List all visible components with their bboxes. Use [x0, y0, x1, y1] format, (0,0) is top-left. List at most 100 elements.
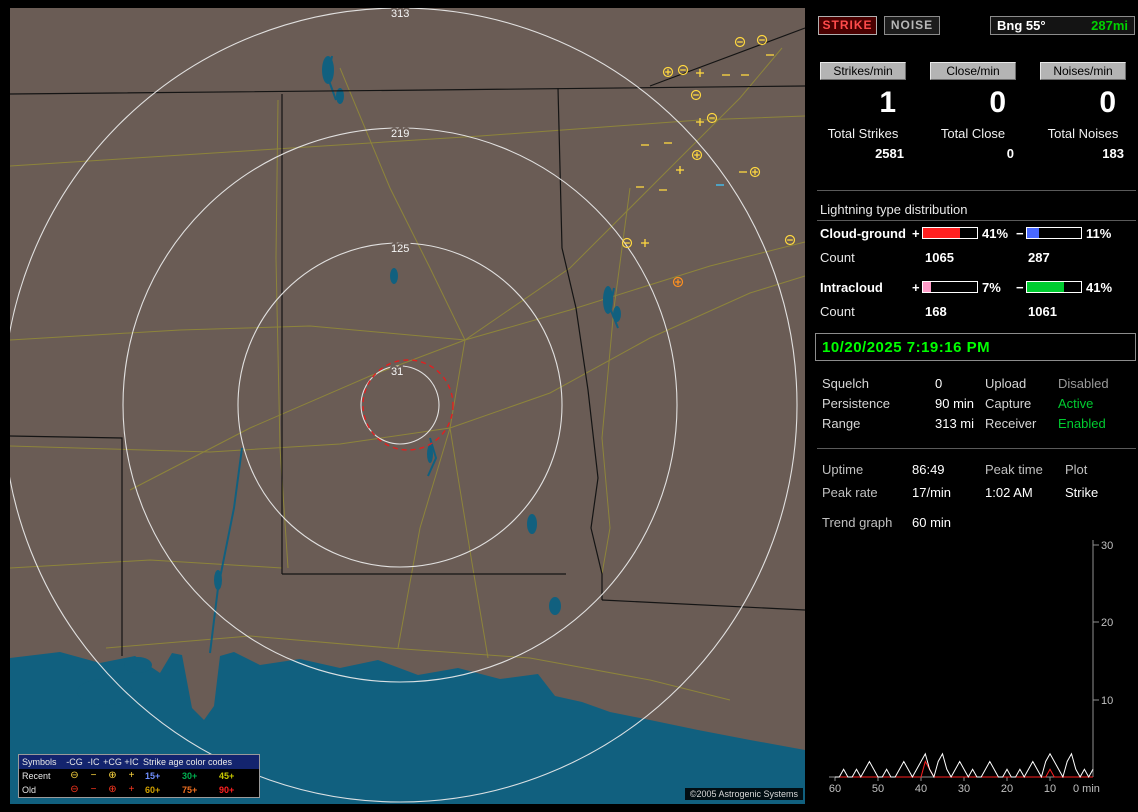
ic-positive-bar-fill	[923, 282, 931, 292]
noise-mode-button[interactable]: NOISE	[884, 16, 940, 35]
uptime-value: 86:49	[912, 462, 945, 477]
age-90: 90+	[215, 785, 252, 795]
noises-column: Noises/min 0 Total Noises 183	[1040, 62, 1126, 161]
minus-sign: −	[1016, 280, 1024, 295]
ic-negative-bar	[1026, 281, 1082, 293]
ring-label-125: 125	[391, 243, 409, 255]
ring-label-219: 219	[391, 128, 409, 140]
x-tick-40: 40	[915, 783, 927, 795]
legend-header-row: Symbols -CG -IC +CG +IC Strike age color…	[19, 755, 259, 769]
map-legend: Symbols -CG -IC +CG +IC Strike age color…	[18, 754, 260, 798]
nexstorm-app: 31321912531 Symbols -CG -IC +CG +IC Stri…	[0, 0, 1138, 812]
total-noises-value: 183	[1040, 146, 1126, 161]
close-per-min-value: 0	[930, 86, 1016, 120]
map-canvas[interactable]: 31321912531	[10, 8, 805, 804]
uptime-label: Uptime	[822, 462, 863, 477]
cloud-ground-count-row: Count 1065 287	[815, 250, 1138, 265]
y-tick-30: 30	[1101, 540, 1113, 552]
total-close-value: 0	[930, 146, 1016, 161]
timestamp: 10/20/2025 7:19:16 PM	[816, 339, 990, 356]
intracloud-label: Intracloud	[820, 280, 883, 295]
trend-graph-value: 60 min	[912, 515, 951, 530]
strikes-per-min-button[interactable]: Strikes/min	[820, 62, 906, 80]
legend-old-row: Old ⊖ − ⊕ + 60+ 75+ 90+	[19, 783, 259, 797]
legend-col-pos-cg: +CG	[103, 757, 122, 767]
strike-symbol-cgm	[736, 38, 745, 47]
peak-time-value: 1:02 AM	[985, 485, 1033, 500]
divider	[817, 220, 1136, 221]
stats-row-2: Peak rate 17/min 1:02 AM Strike	[815, 485, 1138, 501]
strike-symbol-icp	[696, 118, 704, 126]
cg-negative-bar	[1026, 227, 1082, 239]
recent-ic-pos-icon: +	[122, 771, 141, 781]
x-tick-50: 50	[872, 783, 884, 795]
strikes-layer	[623, 36, 795, 287]
age-15: 15+	[141, 771, 178, 781]
strike-symbol-cgm	[708, 114, 717, 123]
range-ring-219	[123, 128, 677, 682]
strike-symbol-icp	[696, 69, 704, 77]
range-ring-125	[238, 243, 562, 567]
plus-sign: +	[912, 280, 920, 295]
upload-label: Upload	[985, 376, 1026, 391]
capture-label: Capture	[985, 396, 1031, 411]
peak-time-label: Peak time	[985, 462, 1043, 477]
squelch-label: Squelch	[822, 376, 869, 391]
roads-layer	[10, 48, 805, 700]
stats-row-3: Trend graph 60 min	[815, 515, 1138, 531]
recent-cg-neg-icon: ⊖	[65, 771, 84, 781]
total-strikes-value: 2581	[820, 146, 906, 161]
strike-map[interactable]: 31321912531 Symbols -CG -IC +CG +IC Stri…	[10, 8, 805, 804]
cg-positive-bar-fill	[923, 228, 960, 238]
legend-recent-row: Recent ⊖ − ⊕ + 15+ 30+ 45+	[19, 769, 259, 783]
cg-negative-count: 287	[1028, 250, 1050, 265]
persistence-label: Persistence	[822, 396, 890, 411]
divider	[817, 448, 1136, 449]
legend-ages-header: Strike age color codes	[141, 757, 259, 767]
age-75: 75+	[178, 785, 215, 795]
strike-symbol-cgp	[693, 151, 702, 160]
timestamp-box: 10/20/2025 7:19:16 PM	[815, 333, 1136, 361]
settings-row-1: Squelch 0 Upload Disabled	[815, 376, 1138, 392]
total-close-label: Total Close	[930, 126, 1016, 141]
x-tick-30: 30	[958, 783, 970, 795]
ic-positive-bar	[922, 281, 978, 293]
strike-symbol-cgm	[692, 91, 701, 100]
trend-graph: 30 20 10 60 50 40 30 20 10 0 min	[815, 538, 1138, 800]
x-tick-60: 60	[829, 783, 841, 795]
strike-mode-button[interactable]: STRIKE	[818, 16, 877, 35]
legend-col-neg-cg: -CG	[65, 757, 84, 767]
bearing-range: 287mi	[1091, 18, 1128, 33]
strike-symbol-cgm	[786, 236, 795, 245]
noises-per-min-button[interactable]: Noises/min	[1040, 62, 1126, 80]
ic-negative-count: 1061	[1028, 304, 1057, 319]
plot-value: Strike	[1065, 485, 1098, 500]
cg-negative-pct: 11%	[1086, 226, 1111, 241]
bearing-value: Bng 55°	[997, 18, 1046, 33]
state-borders-layer	[10, 28, 805, 656]
strike-symbol-cgp	[751, 168, 760, 177]
x-tick-10: 10	[1044, 783, 1056, 795]
range-value: 313 mi	[935, 416, 974, 431]
copyright: ©2005 Astrogenic Systems	[685, 788, 803, 800]
plus-sign: +	[912, 226, 920, 241]
age-30: 30+	[178, 771, 215, 781]
ic-positive-pct: 7%	[982, 280, 1001, 295]
strike-symbol-icp	[641, 239, 649, 247]
count-label: Count	[820, 304, 855, 319]
bearing-display: Bng 55° 287mi	[990, 16, 1135, 35]
old-cg-pos-icon: ⊕	[103, 785, 122, 795]
strikes-per-min-value: 1	[820, 86, 906, 120]
ic-negative-bar-fill	[1027, 282, 1064, 292]
intracloud-row: Intracloud + 7% − 41%	[815, 280, 1138, 295]
cg-positive-pct: 41%	[982, 226, 1008, 241]
ic-positive-count: 168	[925, 304, 947, 319]
stats-row-1: Uptime 86:49 Peak time Plot	[815, 462, 1138, 478]
close-per-min-button[interactable]: Close/min	[930, 62, 1016, 80]
trend-graph-label: Trend graph	[822, 515, 892, 530]
cloud-ground-label: Cloud-ground	[820, 226, 906, 241]
old-ic-pos-icon: +	[122, 785, 141, 795]
ic-negative-pct: 41%	[1086, 280, 1112, 295]
cg-positive-bar	[922, 227, 978, 239]
strike-symbol-cgp	[674, 278, 683, 287]
